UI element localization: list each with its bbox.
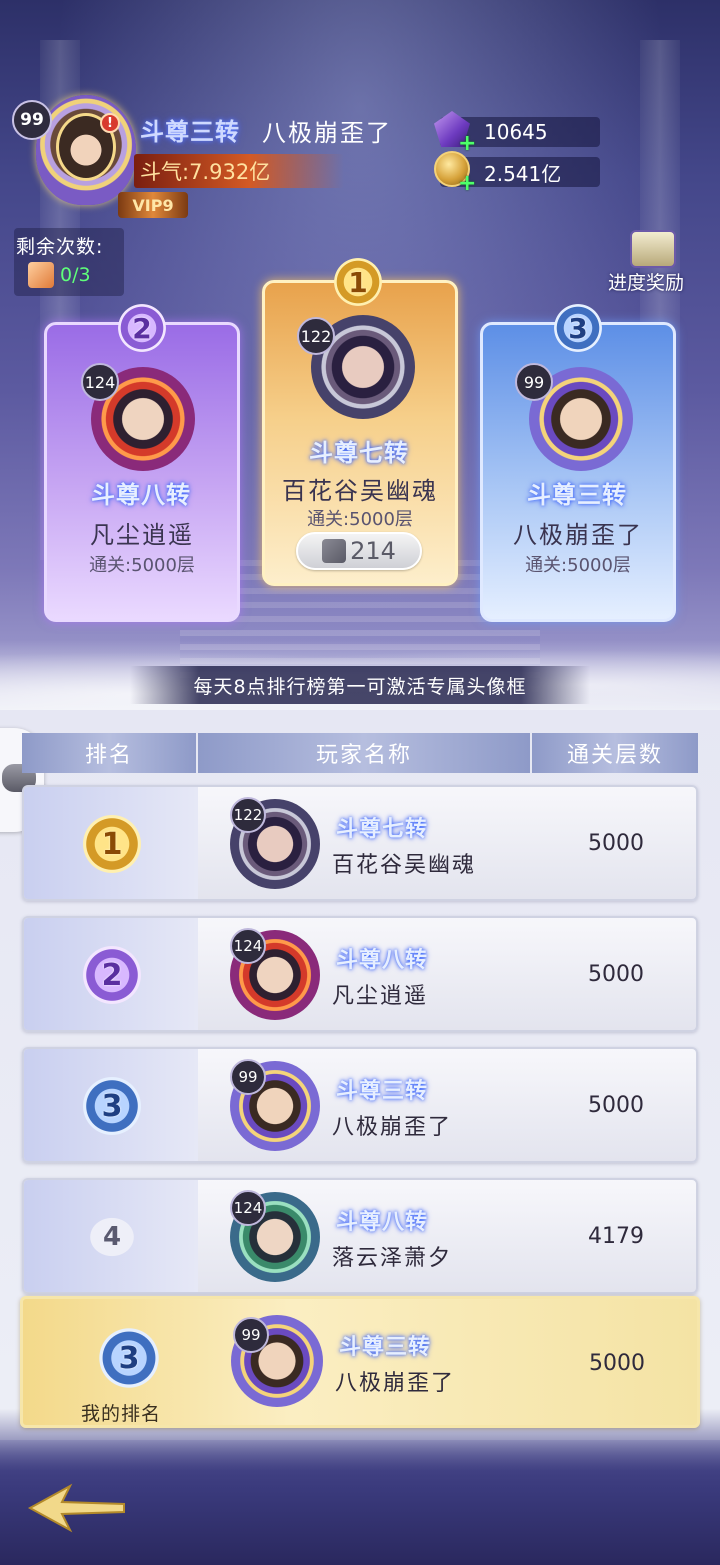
thumbs-up-icon [28, 262, 54, 288]
gem-counter[interactable]: + 10645 [434, 111, 600, 156]
vip-badge[interactable]: VIP9 [118, 192, 188, 218]
progress-reward-label: 进度奖励 [608, 272, 685, 294]
rank-1-badge-icon: 1 [326, 252, 390, 312]
row-rank-title: 斗尊八转 [336, 948, 429, 973]
podium-cleared: 通关:5000层 [89, 555, 195, 576]
rank-2-badge-icon: 2 [110, 298, 174, 358]
like-button[interactable]: 214 [296, 532, 422, 570]
header-floors: 通关层数 [532, 733, 698, 773]
coin-counter[interactable]: + 2.541亿 [434, 151, 600, 196]
podium-level: 122 [297, 317, 335, 355]
rank-1-badge-icon: 1 [72, 809, 152, 879]
row-floors: 5000 [588, 830, 644, 856]
my-rank-badge-icon: 3 [89, 1321, 169, 1395]
rank-3-badge-icon: 3 [546, 298, 610, 358]
row-player-name: 百花谷吴幽魂 [332, 853, 477, 878]
remaining-label: 剩余次数: [16, 236, 104, 258]
alert-icon: ! [100, 113, 120, 133]
rank-diamond-icon: 4 [72, 1202, 152, 1272]
row-rank-title: 斗尊七转 [336, 817, 429, 842]
my-floors: 5000 [589, 1350, 645, 1376]
remaining-attempts: 剩余次数: 0/3 [14, 228, 124, 296]
podium-cleared: 通关:5000层 [307, 509, 413, 530]
table-row[interactable]: 4 124 斗尊八转 落云泽萧夕 4179 [22, 1178, 698, 1294]
back-arrow-button[interactable] [20, 1478, 130, 1538]
row-player-name: 落云泽萧夕 [332, 1246, 453, 1271]
like-count: 214 [350, 537, 396, 565]
row-rank-title: 斗尊三转 [336, 1079, 429, 1104]
row-player-name: 八极崩歪了 [332, 1115, 453, 1140]
row-level: 122 [230, 797, 266, 833]
rank-2-badge-icon: 2 [72, 940, 152, 1010]
podium-level: 99 [515, 363, 553, 401]
my-rank-title: 斗尊三转 [339, 1335, 432, 1360]
player-avatar[interactable] [36, 95, 136, 205]
podium-player-name: 凡尘逍遥 [90, 521, 194, 549]
add-coin-icon[interactable]: + [458, 171, 476, 196]
podium-player-name: 八极崩歪了 [513, 521, 643, 549]
header-rank: 排名 [22, 733, 196, 773]
header-player-name: 玩家名称 [198, 733, 530, 773]
player-level-badge: 99 [12, 100, 52, 140]
podium-rank-title: 斗尊三转 [527, 481, 627, 509]
reward-chest-icon [630, 230, 676, 268]
row-floors: 4179 [588, 1223, 644, 1249]
player-rank-title: 斗尊三转 [140, 118, 240, 146]
table-row[interactable]: 2 124 斗尊八转 凡尘逍遥 5000 [22, 916, 698, 1032]
ranking-notice: 每天8点排行榜第一可激活专属头像框 [130, 666, 590, 704]
ranking-table-header: 排名 玩家名称 通关层数 [22, 733, 698, 773]
my-player-name: 八极崩歪了 [335, 1371, 456, 1396]
table-row[interactable]: 1 122 斗尊七转 百花谷吴幽魂 5000 [22, 785, 698, 901]
row-level: 124 [230, 928, 266, 964]
podium-level: 124 [81, 363, 119, 401]
row-floors: 5000 [588, 1092, 644, 1118]
player-name: 八极崩歪了 [262, 119, 392, 147]
row-level: 99 [230, 1059, 266, 1095]
podium-cleared: 通关:5000层 [525, 555, 631, 576]
row-level: 124 [230, 1190, 266, 1226]
podium-card-rank-2[interactable]: 124 斗尊八转 凡尘逍遥 通关:5000层 [44, 322, 240, 622]
back-arrow-icon [27, 1483, 125, 1533]
my-rank-row[interactable]: 3 我的排名 99 斗尊三转 八极崩歪了 5000 [20, 1296, 700, 1428]
row-player-name: 凡尘逍遥 [332, 984, 429, 1009]
progress-reward-button[interactable]: 进度奖励 [604, 230, 704, 296]
rank-3-badge-icon: 3 [72, 1071, 152, 1141]
podium-card-rank-3[interactable]: 99 斗尊三转 八极崩歪了 通关:5000层 [480, 322, 676, 622]
coin-value: 2.541亿 [484, 161, 562, 186]
podium-rank-title: 斗尊七转 [309, 439, 409, 467]
row-rank-title: 斗尊八转 [336, 1210, 429, 1235]
my-rank-label: 我的排名 [81, 1403, 162, 1425]
podium-rank-title: 斗尊八转 [91, 481, 191, 509]
podium-player-name: 百花谷吴幽魂 [282, 477, 438, 505]
row-floors: 5000 [588, 961, 644, 987]
remaining-value: 0/3 [60, 264, 91, 286]
add-gem-icon[interactable]: + [458, 131, 476, 156]
my-level: 99 [233, 1317, 269, 1353]
power-value: 斗气:7.932亿 [134, 154, 344, 188]
table-row[interactable]: 3 99 斗尊三转 八极崩歪了 5000 [22, 1047, 698, 1163]
thumbs-up-icon [322, 539, 347, 563]
gem-value: 10645 [484, 120, 548, 144]
